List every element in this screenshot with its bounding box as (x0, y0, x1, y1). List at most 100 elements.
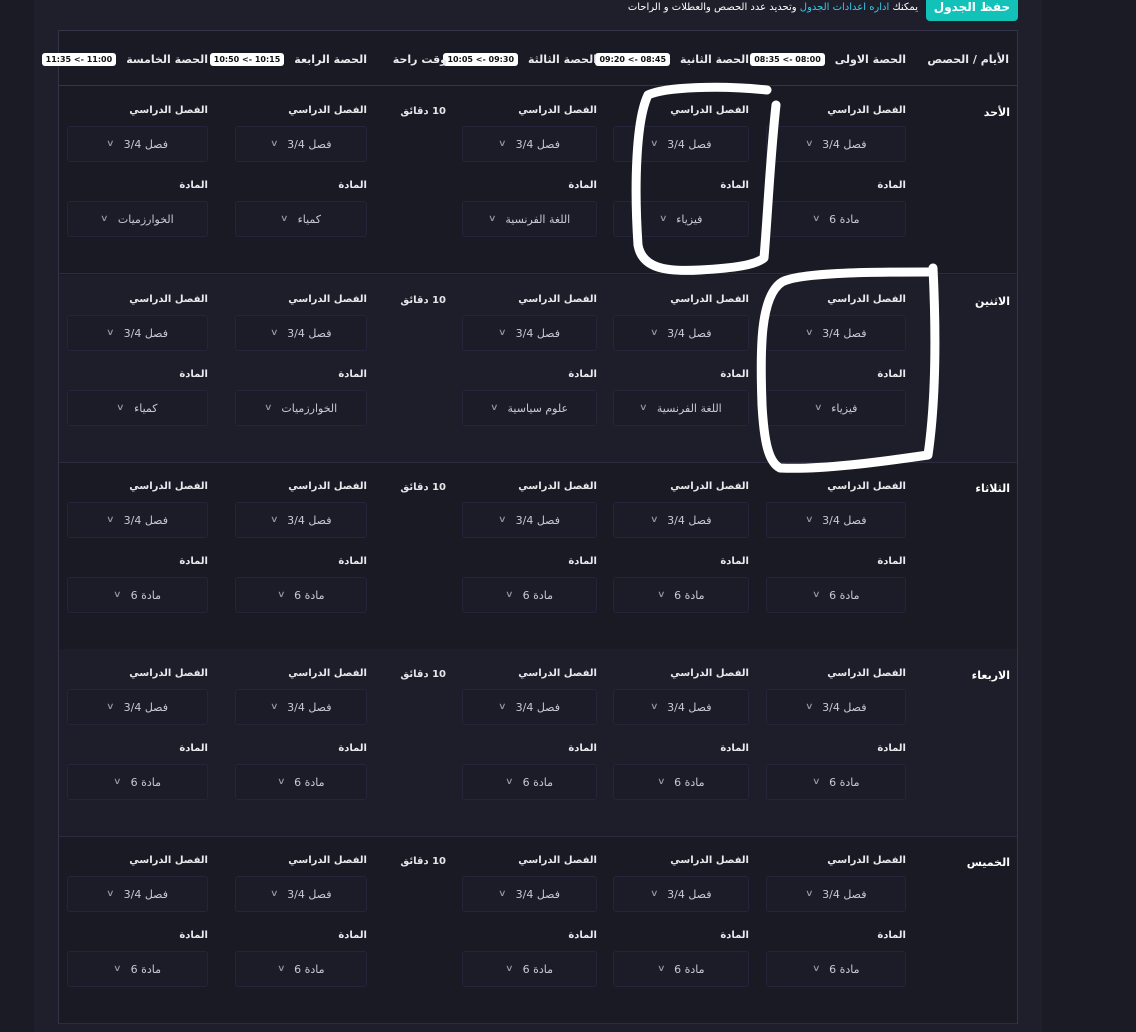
class-select[interactable]: فصل 3/4 ∨ (766, 315, 906, 351)
class-field-label: الفصل الدراسي (670, 668, 749, 679)
day-row: الخميس 10 دقائق الفصل الدراسي فصل 3/4 ∨ الماد… (59, 836, 1017, 1024)
period-slot-p2: الفصل الدراسي فصل 3/4 ∨ المادة اللغة الفرنسي… (613, 275, 749, 462)
class-select[interactable]: فصل 3/4 ∨ (462, 876, 597, 912)
hint-suffix: وتحديد عدد الحصص والعطلات و الراحات (627, 2, 800, 13)
schedule-settings-link[interactable]: اداره اعدادات الجدول (800, 2, 889, 13)
class-select-value: فصل 3/4 (667, 513, 712, 527)
class-select[interactable]: فصل 3/4 ∨ (67, 126, 208, 162)
subject-select-value: الخوارزميات (281, 401, 338, 415)
class-select[interactable]: فصل 3/4 ∨ (67, 876, 208, 912)
class-select[interactable]: فصل 3/4 ∨ (235, 876, 367, 912)
class-select[interactable]: فصل 3/4 ∨ (766, 876, 906, 912)
subject-select[interactable]: مادة 6 ∨ (67, 764, 208, 800)
subject-select[interactable]: مادة 6 ∨ (613, 951, 749, 987)
class-select[interactable]: فصل 3/4 ∨ (766, 502, 906, 538)
subject-select[interactable]: كمياء ∨ (67, 390, 208, 426)
subject-select[interactable]: مادة 6 ∨ (235, 577, 367, 613)
chevron-down-icon: ∨ (489, 403, 499, 413)
class-select[interactable]: فصل 3/4 ∨ (67, 315, 208, 351)
chevron-down-icon: ∨ (113, 964, 122, 974)
break-duration: 10 دقائق (400, 106, 446, 117)
subject-field-label: المادة (179, 930, 208, 941)
subject-select[interactable]: مادة 6 ∨ (766, 201, 906, 237)
period-slot-p4: الفصل الدراسي فصل 3/4 ∨ المادة الخوارزميات ∨ (235, 275, 367, 462)
subject-select[interactable]: مادة 6 ∨ (766, 951, 906, 987)
class-select[interactable]: فصل 3/4 ∨ (613, 126, 749, 162)
class-select[interactable]: فصل 3/4 ∨ (613, 502, 749, 538)
chevron-down-icon: ∨ (498, 139, 507, 149)
class-select-value: فصل 3/4 (667, 700, 712, 714)
period-slot-p3: الفصل الدراسي فصل 3/4 ∨ المادة اللغة الفرنسي… (462, 86, 597, 273)
chevron-down-icon: ∨ (498, 328, 507, 338)
chevron-down-icon: ∨ (656, 964, 666, 974)
class-select[interactable]: فصل 3/4 ∨ (766, 689, 906, 725)
chevron-down-icon: ∨ (811, 777, 821, 787)
chevron-down-icon: ∨ (505, 590, 514, 600)
chevron-down-icon: ∨ (263, 403, 273, 413)
subject-select[interactable]: كمياء ∨ (235, 201, 367, 237)
subject-field-label: المادة (720, 369, 749, 380)
class-select[interactable]: فصل 3/4 ∨ (766, 126, 906, 162)
class-select[interactable]: فصل 3/4 ∨ (235, 315, 367, 351)
chevron-down-icon: ∨ (487, 214, 497, 224)
subject-select[interactable]: الخوارزميات ∨ (67, 201, 208, 237)
period-2-label: الحصة الثانية (680, 52, 749, 66)
class-select[interactable]: فصل 3/4 ∨ (613, 315, 749, 351)
class-select-value: فصل 3/4 (667, 326, 712, 340)
subject-select[interactable]: علوم سياسية ∨ (462, 390, 597, 426)
subject-select[interactable]: مادة 6 ∨ (235, 764, 367, 800)
subject-select[interactable]: فيزياء ∨ (766, 390, 906, 426)
subject-select[interactable]: مادة 6 ∨ (462, 577, 597, 613)
subject-select[interactable]: اللغة الفرنسية ∨ (613, 390, 749, 426)
subject-select[interactable]: مادة 6 ∨ (462, 764, 597, 800)
subject-field-label: المادة (720, 180, 749, 191)
class-select[interactable]: فصل 3/4 ∨ (462, 126, 597, 162)
class-field-label: الفصل الدراسي (129, 294, 208, 305)
class-field-label: الفصل الدراسي (670, 481, 749, 492)
period-slot-p1: الفصل الدراسي فصل 3/4 ∨ المادة فيزياء ∨ (766, 275, 906, 462)
class-select[interactable]: فصل 3/4 ∨ (67, 689, 208, 725)
class-select[interactable]: فصل 3/4 ∨ (613, 876, 749, 912)
period-3-label: الحصة الثالثة (528, 52, 597, 66)
class-field-label: الفصل الدراسي (827, 294, 906, 305)
subject-field-label: المادة (877, 180, 906, 191)
subject-select[interactable]: مادة 6 ∨ (766, 577, 906, 613)
subject-select[interactable]: مادة 6 ∨ (613, 764, 749, 800)
subject-select[interactable]: مادة 6 ∨ (462, 951, 597, 987)
subject-select[interactable]: مادة 6 ∨ (235, 951, 367, 987)
subject-select[interactable]: فيزياء ∨ (613, 201, 749, 237)
chevron-down-icon: ∨ (106, 328, 115, 338)
subject-field-label: المادة (568, 743, 597, 754)
chevron-down-icon: ∨ (106, 139, 115, 149)
subject-select[interactable]: مادة 6 ∨ (613, 577, 749, 613)
class-select[interactable]: فصل 3/4 ∨ (462, 315, 597, 351)
subject-select[interactable]: اللغة الفرنسية ∨ (462, 201, 597, 237)
chevron-down-icon: ∨ (498, 702, 507, 712)
class-select[interactable]: فصل 3/4 ∨ (462, 689, 597, 725)
class-field-label: الفصل الدراسي (670, 105, 749, 116)
subject-field-label: المادة (338, 743, 367, 754)
class-select[interactable]: فصل 3/4 ∨ (67, 502, 208, 538)
class-select-value: فصل 3/4 (287, 700, 332, 714)
subject-select[interactable]: الخوارزميات ∨ (235, 390, 367, 426)
class-select-value: فصل 3/4 (822, 137, 867, 151)
class-select[interactable]: فصل 3/4 ∨ (462, 502, 597, 538)
class-select-value: فصل 3/4 (515, 700, 560, 714)
class-select[interactable]: فصل 3/4 ∨ (235, 126, 367, 162)
day-row: الأحد 10 دقائق الفصل الدراسي فصل 3/4 ∨ المادة… (59, 86, 1017, 274)
class-select[interactable]: فصل 3/4 ∨ (235, 689, 367, 725)
class-select-value: فصل 3/4 (822, 700, 867, 714)
subject-select[interactable]: مادة 6 ∨ (67, 951, 208, 987)
subject-field-label: المادة (179, 369, 208, 380)
subject-select[interactable]: مادة 6 ∨ (67, 577, 208, 613)
chevron-down-icon: ∨ (505, 964, 514, 974)
subject-field-label: المادة (877, 743, 906, 754)
period-slot-p2: الفصل الدراسي فصل 3/4 ∨ المادة مادة 6 ∨ (613, 836, 749, 1023)
chevron-down-icon: ∨ (813, 403, 823, 413)
subject-select-value: فيزياء (831, 401, 858, 415)
class-select[interactable]: فصل 3/4 ∨ (235, 502, 367, 538)
save-schedule-button[interactable]: حفظ الجدول (926, 0, 1018, 21)
chevron-down-icon: ∨ (804, 515, 814, 525)
subject-select[interactable]: مادة 6 ∨ (766, 764, 906, 800)
class-select[interactable]: فصل 3/4 ∨ (613, 689, 749, 725)
